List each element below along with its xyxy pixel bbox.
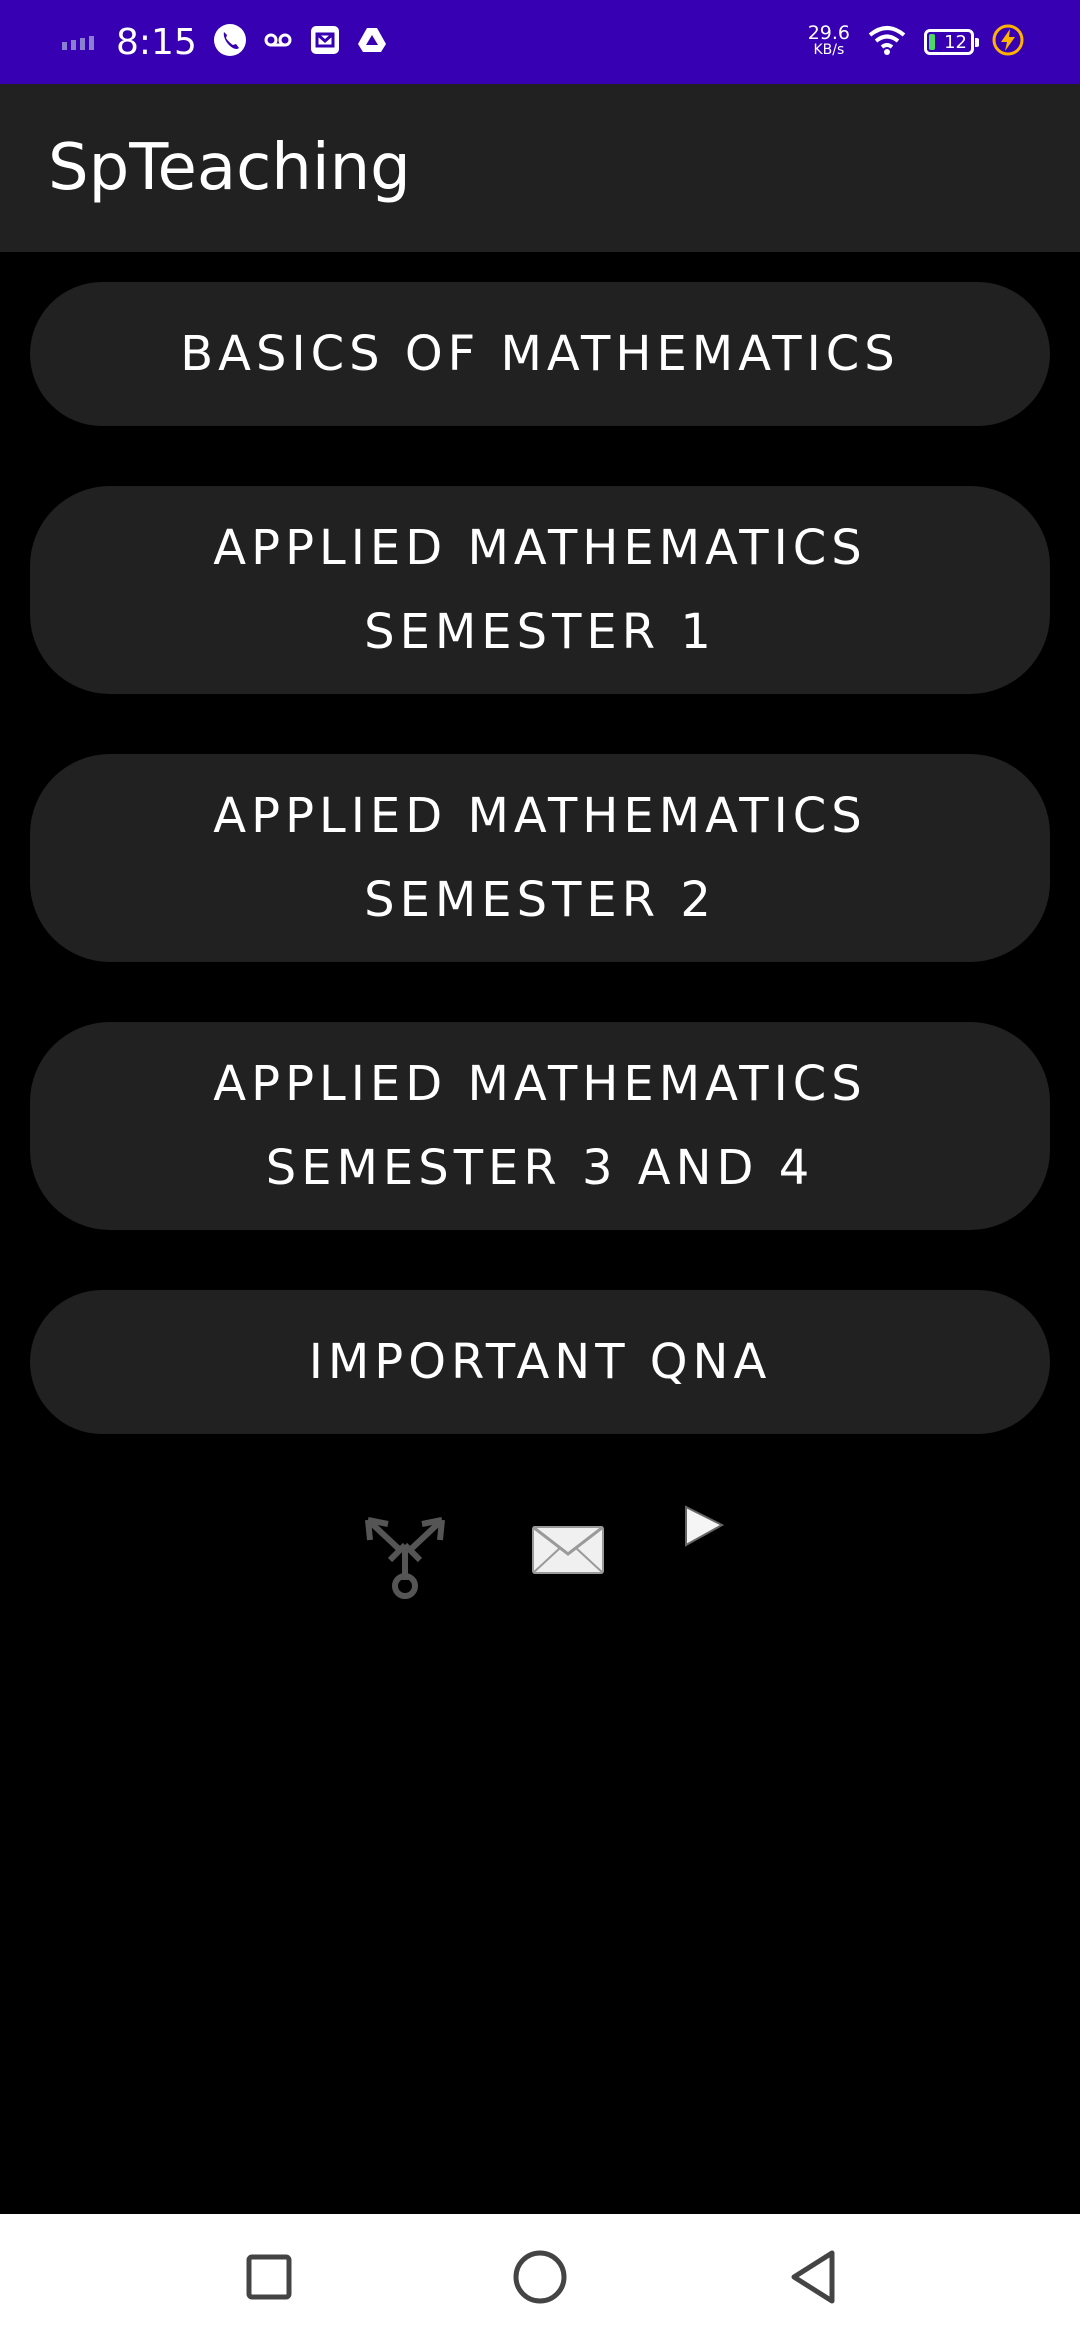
screen: 8:15 29.6 KB/s 12 SpTeaching BASICS OF M…	[0, 0, 1080, 2340]
button-label-line2: SEMESTER 3 AND 4	[265, 1140, 815, 1196]
button-label-line1: APPLIED MATHEMATICS	[213, 520, 867, 576]
status-bar-left: 8:15	[60, 0, 387, 84]
charging-icon	[992, 24, 1024, 61]
button-label: IMPORTANT QNA	[308, 1334, 772, 1390]
network-speed-value: 29.6	[807, 22, 850, 44]
basics-of-mathematics-button[interactable]: BASICS OF MATHEMATICS	[30, 282, 1050, 426]
button-label-line1: APPLIED MATHEMATICS	[213, 1056, 867, 1112]
recents-icon[interactable]	[232, 2240, 306, 2314]
home-icon[interactable]	[503, 2240, 577, 2314]
button-label-line1: APPLIED MATHEMATICS	[213, 788, 867, 844]
wifi-icon	[868, 24, 906, 61]
network-speed: 29.6 KB/s	[807, 22, 850, 59]
applied-math-semester-2-button[interactable]: APPLIED MATHEMATICS SEMESTER 2	[30, 754, 1050, 962]
mail-icon[interactable]	[530, 1500, 606, 1600]
battery-fill	[929, 34, 935, 50]
battery-level: 12	[944, 31, 967, 53]
applied-math-semester-3-and-4-button[interactable]: APPLIED MATHEMATICS SEMESTER 3 AND 4	[30, 1022, 1050, 1230]
phone-icon	[213, 23, 247, 62]
mail-icon	[309, 24, 341, 61]
play-icon[interactable]	[682, 1500, 726, 1600]
voicemail-icon	[263, 30, 293, 55]
signal-icon	[60, 28, 100, 57]
back-icon[interactable]	[778, 2240, 852, 2314]
important-qna-button[interactable]: IMPORTANT QNA	[30, 1290, 1050, 1434]
button-label: BASICS OF MATHEMATICS	[180, 326, 900, 382]
status-bar-right: 29.6 KB/s 12	[808, 0, 1024, 84]
button-label-line2: SEMESTER 2	[364, 872, 716, 928]
button-label-line2: SEMESTER 1	[364, 604, 716, 660]
applied-math-semester-1-button[interactable]: APPLIED MATHEMATICS SEMESTER 1	[30, 486, 1050, 694]
network-speed-unit: KB/s	[813, 42, 845, 58]
drive-icon	[357, 26, 387, 59]
battery-icon: 12	[924, 29, 979, 55]
share-icon[interactable]	[360, 1500, 450, 1600]
status-time: 8:15	[116, 21, 197, 63]
app-title: SpTeaching	[48, 131, 411, 205]
status-bar: 8:15 29.6 KB/s 12	[0, 0, 1080, 84]
app-bar: SpTeaching	[0, 84, 1080, 252]
